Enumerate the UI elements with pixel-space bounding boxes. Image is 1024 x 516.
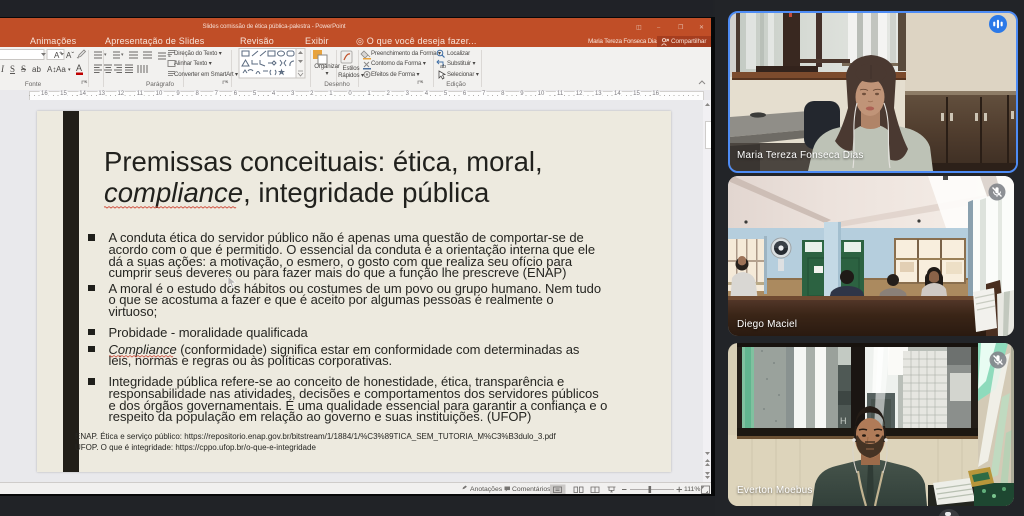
- svg-text:Aˇ: Aˇ: [66, 51, 74, 60]
- svg-text:ab: ab: [440, 64, 446, 70]
- svg-text:⇅: ⇅: [167, 53, 171, 59]
- svg-text:A↕: A↕: [47, 65, 56, 74]
- svg-text:ab: ab: [32, 65, 41, 74]
- svg-text:I: I: [0, 64, 5, 74]
- svg-text:▾: ▾: [68, 67, 71, 73]
- svg-text:H: H: [840, 416, 847, 426]
- svg-text:A: A: [76, 63, 82, 73]
- svg-text:Aa: Aa: [56, 65, 66, 74]
- svg-text:S: S: [10, 64, 15, 74]
- svg-text:▾: ▾: [104, 52, 107, 58]
- svg-text:S: S: [21, 64, 26, 74]
- svg-text:▾: ▾: [121, 52, 124, 58]
- svg-text:Aˆ: Aˆ: [54, 51, 62, 60]
